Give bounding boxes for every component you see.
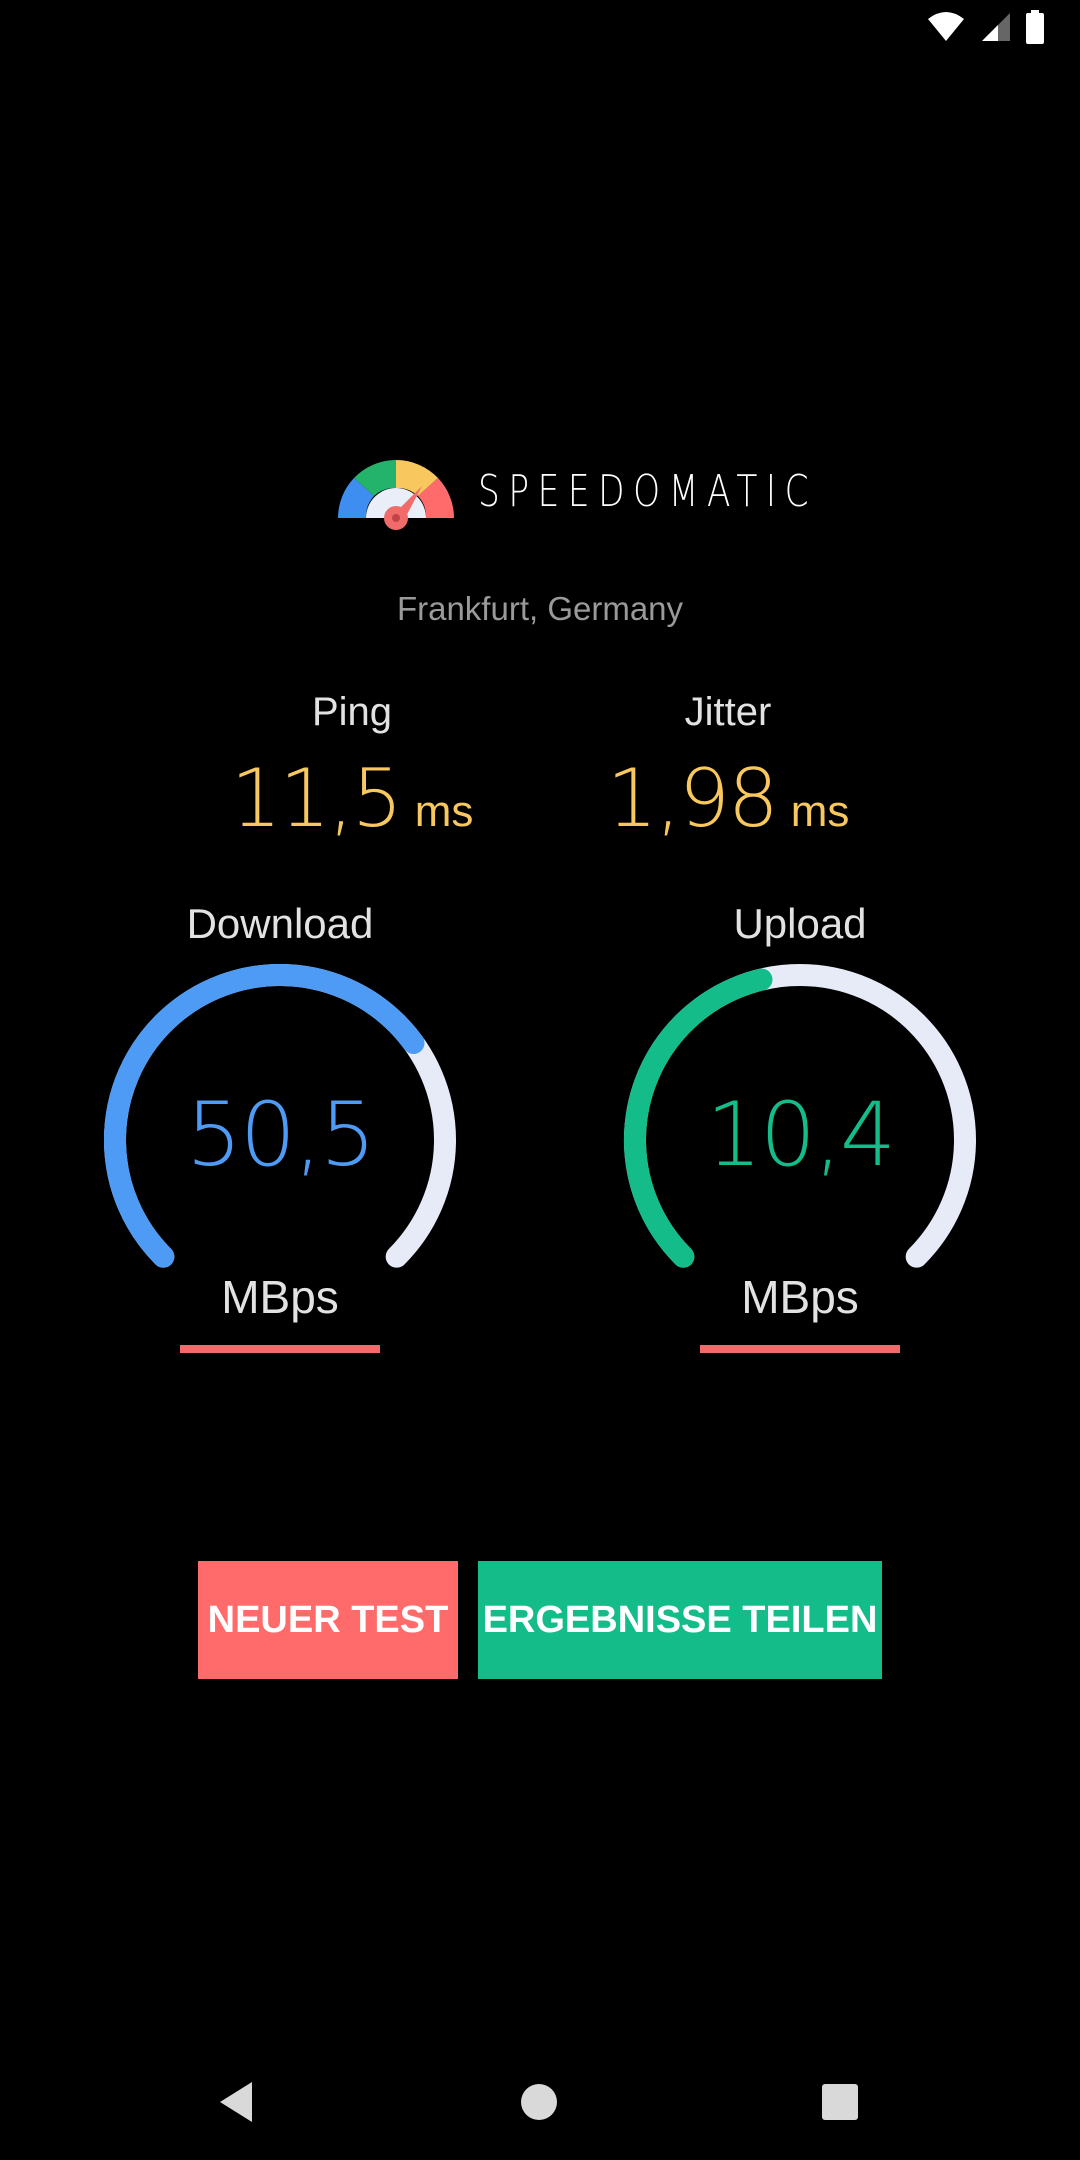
upload-value: 10,4 [706,1083,896,1186]
download-unit: MBps [221,1271,339,1323]
battery-icon [1026,10,1044,49]
jitter-value: 1,98 ms [548,752,908,845]
back-icon[interactable] [206,2072,266,2132]
home-icon[interactable] [509,2072,569,2132]
jitter-number: 1,98 [606,752,779,845]
status-icons [926,10,1044,49]
app-name: SPEEDOMATIC [478,466,818,517]
jitter-unit: ms [790,787,850,836]
upload-underline [700,1345,900,1353]
new-test-button[interactable]: NEUER TEST [198,1561,458,1679]
download-value: 50,5 [186,1083,376,1186]
jitter-label: Jitter [684,690,772,734]
download-underline [180,1345,380,1353]
server-location: Frankfurt, Germany [396,590,684,627]
ping-unit: ms [414,787,474,836]
upload-label: Upload [733,900,867,947]
share-results-button[interactable]: ERGEBNISSE TEILEN [478,1561,882,1679]
download-label: Download [186,900,374,947]
ping-label: Ping [311,690,393,734]
ping-value: 11,5 ms [172,752,532,845]
wifi-icon [926,11,966,48]
recents-icon[interactable] [810,2072,870,2132]
ping-number: 11,5 [230,752,403,845]
upload-unit: MBps [741,1271,859,1323]
app-logo: SPEEDOMATIC [334,452,809,542]
status-bar [0,0,1080,60]
speedometer-logo-icon [338,460,454,530]
cell-signal-icon [980,11,1012,48]
